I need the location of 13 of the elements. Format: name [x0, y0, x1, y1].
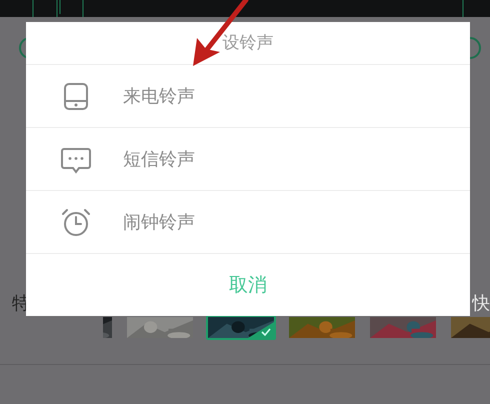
thumbnail[interactable]	[368, 315, 438, 340]
thumbnail[interactable]	[287, 315, 357, 340]
menu-item[interactable]: 短信铃声	[26, 128, 470, 191]
ring-icon	[19, 37, 26, 59]
thumbnail[interactable]	[206, 315, 276, 340]
ring-icon	[470, 37, 481, 59]
dialog-title: 设铃声	[222, 32, 274, 55]
check-icon	[248, 322, 274, 338]
menu-item-label: 短信铃声	[123, 148, 195, 171]
menu-item-label: 来电铃声	[123, 85, 195, 108]
menu-item-label: 闹钟铃声	[123, 211, 195, 234]
alarm-clock-icon	[60, 206, 92, 238]
menu-item[interactable]: 来电铃声	[26, 65, 470, 128]
